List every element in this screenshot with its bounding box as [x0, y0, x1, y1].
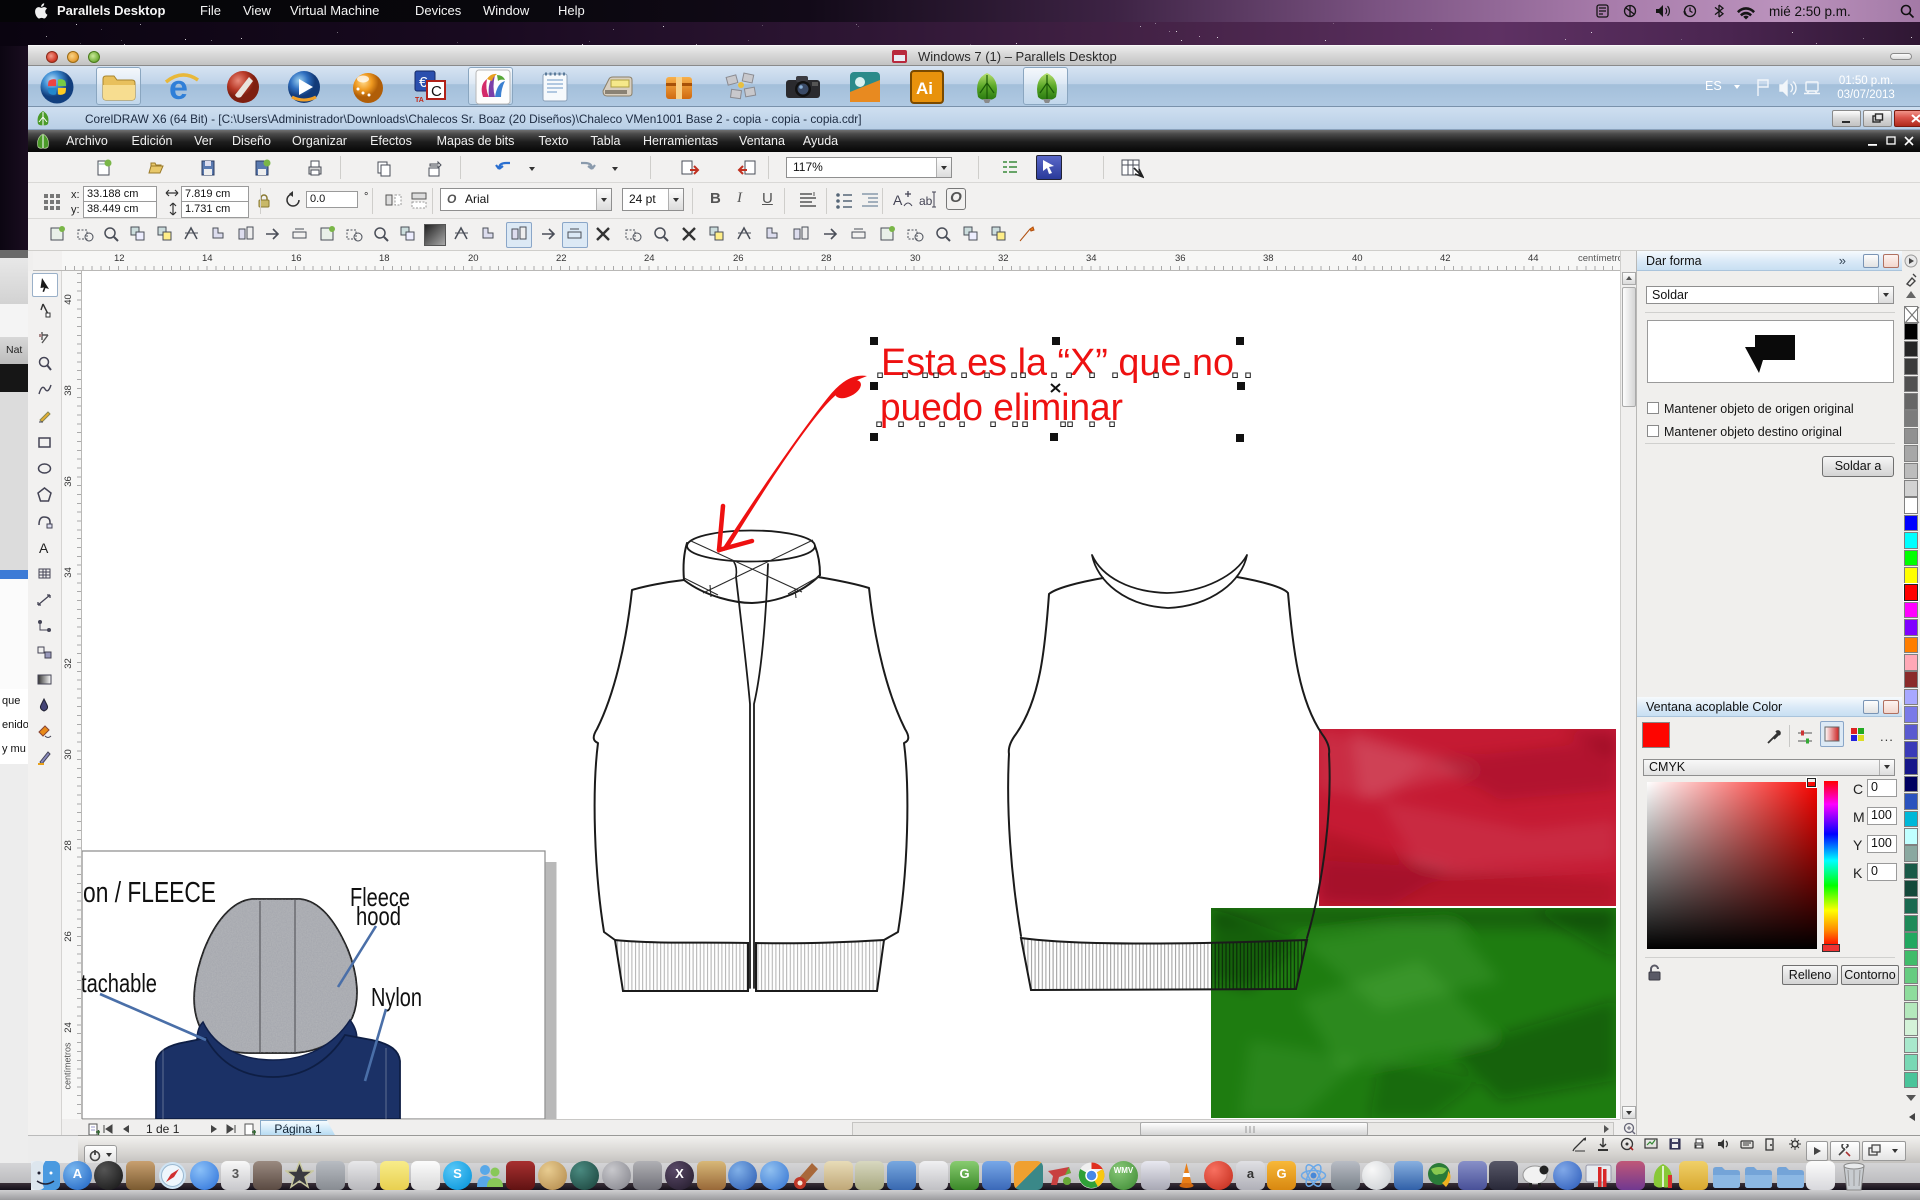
- svg-text:Nylon: Nylon: [371, 982, 422, 1012]
- svg-text:A: A: [39, 540, 49, 556]
- svg-text:lon / FLEECE: lon / FLEECE: [82, 877, 216, 909]
- svg-text:mié 2:50 p.m.: mié 2:50 p.m.: [1769, 4, 1851, 19]
- svg-text:C: C: [431, 83, 442, 100]
- svg-text:TA: TA: [415, 97, 424, 104]
- svg-text:tachable: tachable: [82, 968, 157, 998]
- svg-text:ab: ab: [919, 194, 933, 208]
- svg-text:A: A: [893, 192, 903, 208]
- svg-text:puedo eliminar: puedo eliminar: [880, 387, 1123, 429]
- svg-text:Ai: Ai: [916, 79, 933, 98]
- svg-text:hood: hood: [356, 901, 401, 931]
